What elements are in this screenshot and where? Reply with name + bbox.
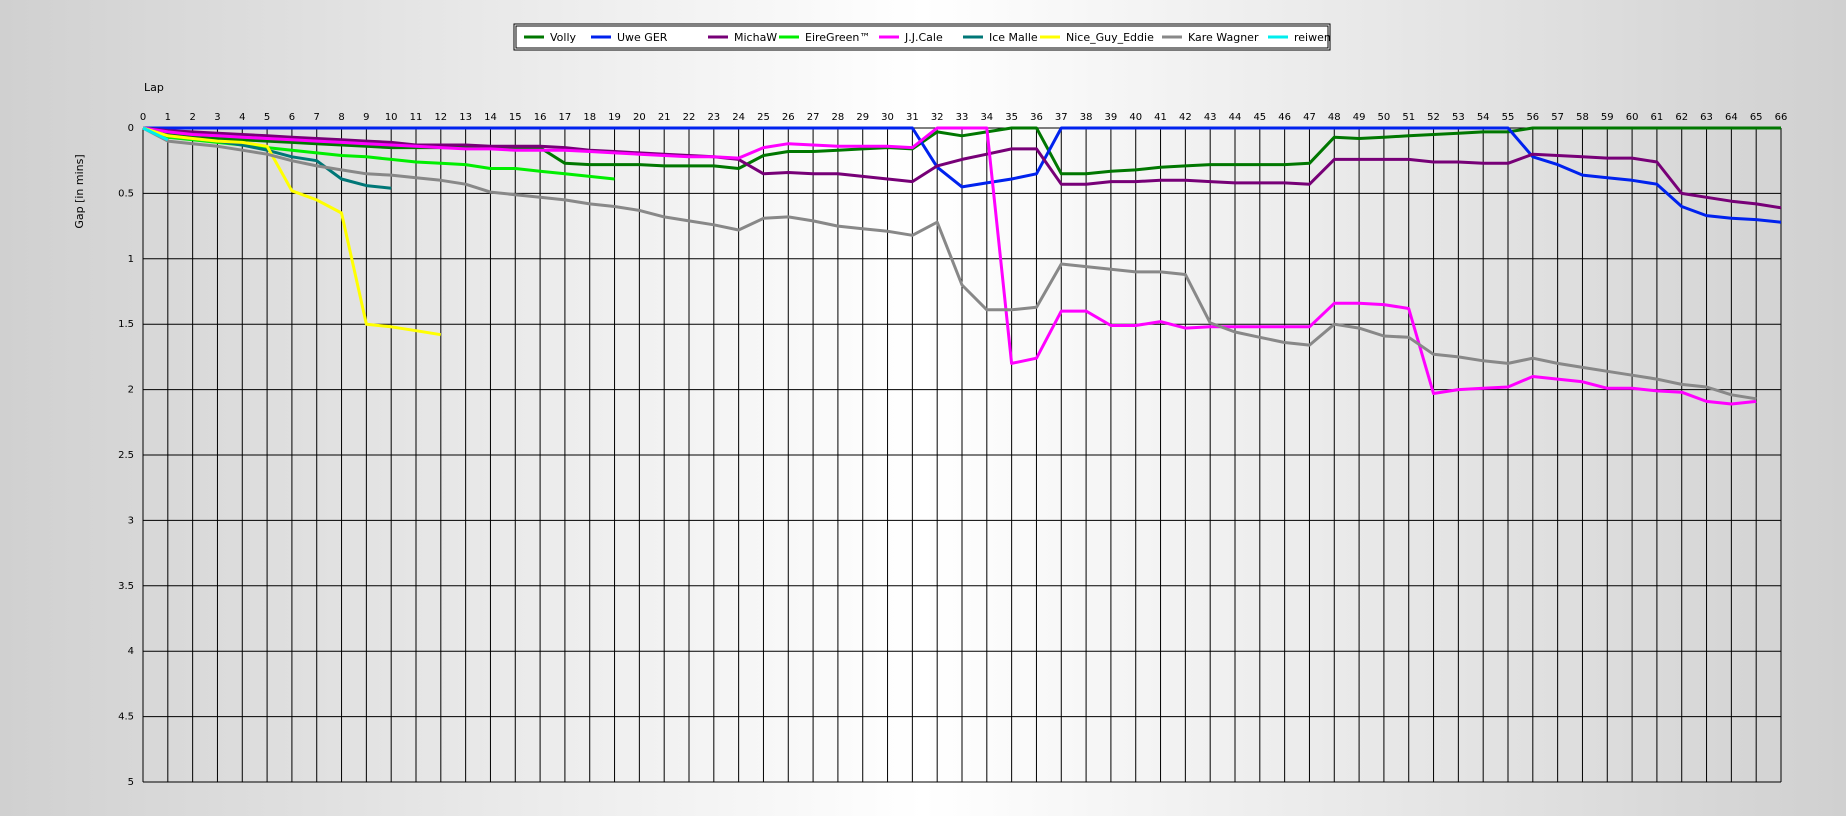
x-tick-label: 12 [434,112,447,123]
x-tick-label: 16 [534,112,547,123]
x-tick-label: 34 [980,112,993,123]
y-tick-label: 2.5 [118,450,134,461]
y-tick-label: 1.5 [118,319,134,330]
x-tick-label: 29 [856,112,869,123]
x-tick-label: 11 [410,112,423,123]
x-tick-label: 18 [583,112,596,123]
x-tick-label: 61 [1651,112,1664,123]
x-tick-label: 28 [832,112,845,123]
x-tick-label: 19 [608,112,621,123]
legend-label: Nice_Guy_Eddie [1066,31,1154,44]
x-tick-label: 48 [1328,112,1341,123]
x-tick-label: 30 [881,112,894,123]
x-axis-label: Lap [144,81,164,94]
x-tick-label: 6 [289,112,295,123]
x-tick-label: 58 [1576,112,1589,123]
y-tick-label: 3.5 [118,581,134,592]
y-tick-label: 4.5 [118,712,134,723]
y-tick-label: 1 [128,254,134,265]
grid [142,127,1782,783]
x-tick-label: 0 [140,112,146,123]
x-tick-label: 7 [314,112,320,123]
x-tick-label: 65 [1750,112,1763,123]
x-tick-label: 47 [1303,112,1316,123]
x-tick-label: 31 [906,112,919,123]
x-tick-label: 62 [1675,112,1688,123]
legend-label: reiwen [1294,31,1331,44]
x-tick-label: 40 [1129,112,1142,123]
x-tick-label: 33 [956,112,969,123]
x-tick-label: 27 [807,112,820,123]
x-tick-label: 46 [1278,112,1291,123]
x-tick-label: 5 [264,112,270,123]
x-tick-label: 43 [1204,112,1217,123]
y-tick-label: 3 [128,515,134,526]
x-tick-label: 38 [1080,112,1093,123]
legend-label: Uwe GER [617,31,668,44]
legend-label: MichaW [734,31,777,44]
x-tick-label: 51 [1402,112,1415,123]
x-tick-label: 8 [338,112,344,123]
legend-label: Kare Wagner [1188,31,1259,44]
x-tick-label: 59 [1601,112,1614,123]
x-tick-label: 10 [385,112,398,123]
x-tick-label: 14 [484,112,497,123]
x-tick-label: 36 [1030,112,1043,123]
y-tick-label: 2 [128,385,134,396]
series-line [142,126,1757,401]
x-tick-label: 60 [1626,112,1639,123]
x-tick-label: 25 [757,112,770,123]
x-tick-label: 54 [1477,112,1490,123]
x-tick-label: 45 [1253,112,1266,123]
x-tick-label: 39 [1105,112,1118,123]
x-tick-label: 22 [683,112,696,123]
x-tick-label: 26 [782,112,795,123]
x-tick-label: 66 [1775,112,1788,123]
x-tick-label: 4 [239,112,245,123]
legend-label: Volly [550,31,577,44]
x-tick-label: 15 [509,112,522,123]
legend-label: Ice Malle [989,31,1038,44]
x-tick-label: 56 [1526,112,1539,123]
x-tick-label: 63 [1700,112,1713,123]
x-tick-label: 52 [1427,112,1440,123]
legend-label: J.J.Cale [904,31,943,44]
y-tick-label: 0.5 [118,188,134,199]
x-tick-label: 50 [1378,112,1391,123]
x-tick-label: 21 [658,112,671,123]
x-tick-label: 2 [189,112,195,123]
x-tick-label: 42 [1179,112,1192,123]
x-tick-label: 24 [732,112,745,123]
x-tick-label: 13 [459,112,472,123]
x-tick-label: 49 [1353,112,1366,123]
legend-label: EireGreen™ [805,31,870,44]
y-tick-label: 5 [128,777,134,788]
x-tick-label: 64 [1725,112,1738,123]
x-tick-label: 20 [633,112,646,123]
x-tick-label: 41 [1154,112,1167,123]
x-tick-label: 9 [363,112,369,123]
x-tick-labels: 0 1 2 3 4 5 6 7 8 9 10 11 12 13 14 15 16 17 18 19 20 21 22 23 24… [140,112,1788,123]
x-tick-label: 17 [559,112,572,123]
x-tick-label: 35 [1005,112,1018,123]
lap-gap-chart: Volly Uwe GER MichaW EireGreen™ J.J.Cale Ice … [73,23,1788,788]
y-tick-labels: 0 0.5 1 1.5 2 2.5 3 3.5 4 4.5 5 [118,123,134,788]
x-tick-label: 53 [1452,112,1465,123]
y-tick-label: 0 [128,123,134,134]
x-tick-label: 1 [165,112,171,123]
y-axis-label: Gap [in mins] [73,154,86,228]
x-tick-label: 23 [707,112,720,123]
x-tick-label: 32 [931,112,944,123]
legend: Volly Uwe GER MichaW EireGreen™ J.J.Cale Ice … [513,23,1331,51]
x-tick-label: 3 [214,112,220,123]
x-tick-label: 55 [1502,112,1515,123]
x-tick-label: 57 [1551,112,1564,123]
x-tick-label: 37 [1055,112,1068,123]
y-tick-label: 4 [128,646,134,657]
x-tick-label: 44 [1229,112,1242,123]
